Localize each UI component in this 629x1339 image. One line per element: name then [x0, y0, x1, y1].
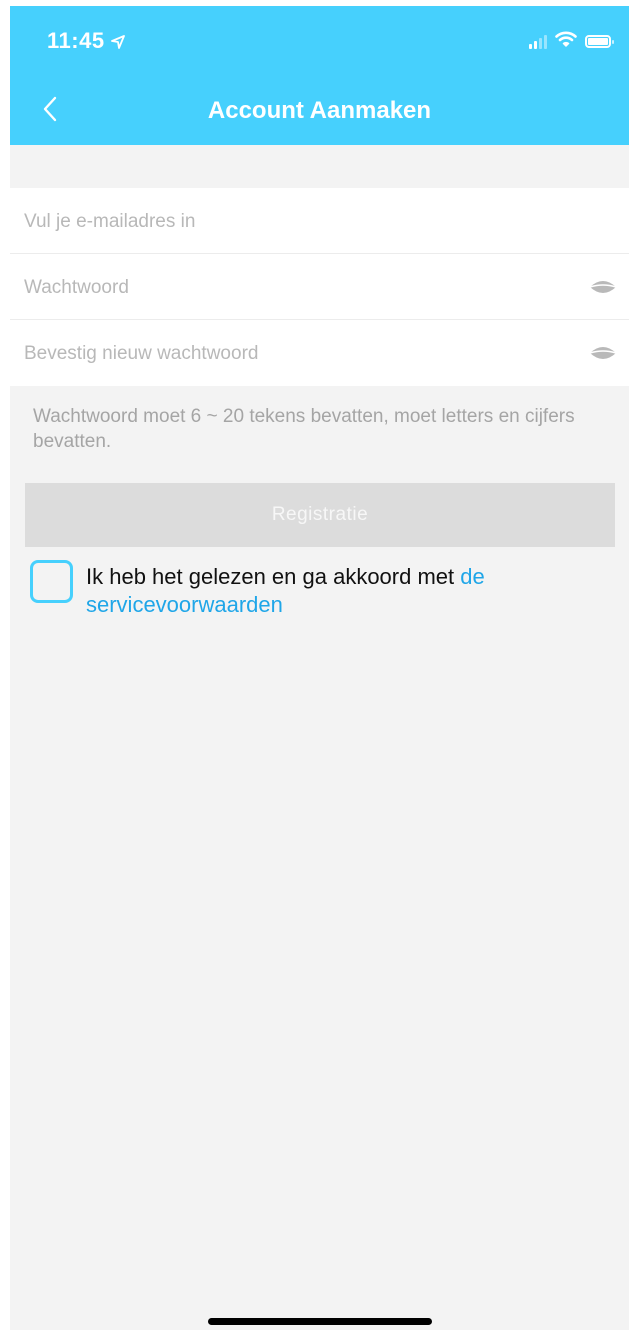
- password-visibility-toggle[interactable]: [589, 278, 617, 296]
- status-bar-time: 11:45: [47, 28, 125, 55]
- cellular-signal-icon: [529, 34, 547, 49]
- password-requirements-hint: Wachtwoord moet 6 ~ 20 tekens bevatten, …: [33, 406, 575, 452]
- terms-agreement-text: Ik heb het gelezen en ga akkoord met: [86, 564, 455, 589]
- eye-closed-icon: [589, 281, 617, 293]
- terms-agreement: Ik heb het gelezen en ga akkoord met de …: [86, 563, 606, 619]
- wifi-icon: [555, 31, 577, 52]
- app-screen: 11:45 Account Aanmaken Vul je e-mailadre…: [10, 6, 629, 1330]
- location-arrow-icon: [110, 29, 125, 55]
- email-input[interactable]: [22, 188, 566, 255]
- confirm-password-visibility-toggle[interactable]: [589, 344, 617, 362]
- page-title: Account Aanmaken: [207, 97, 432, 124]
- battery-icon: [585, 35, 614, 48]
- confirm-password-field-row: [10, 320, 629, 388]
- home-indicator[interactable]: [208, 1318, 432, 1325]
- header-bar: 11:45 Account Aanmaken: [10, 6, 629, 145]
- password-input[interactable]: [22, 254, 566, 321]
- terms-checkbox[interactable]: [30, 560, 73, 603]
- status-bar-icons: [529, 31, 614, 52]
- time-label: 11:45: [47, 28, 105, 53]
- registration-form: [10, 188, 629, 388]
- eye-closed-icon: [589, 347, 617, 359]
- confirm-password-input[interactable]: [22, 320, 566, 388]
- password-field-row: [10, 254, 629, 321]
- register-button[interactable]: Registratie: [25, 483, 615, 547]
- email-field-row: [10, 188, 629, 255]
